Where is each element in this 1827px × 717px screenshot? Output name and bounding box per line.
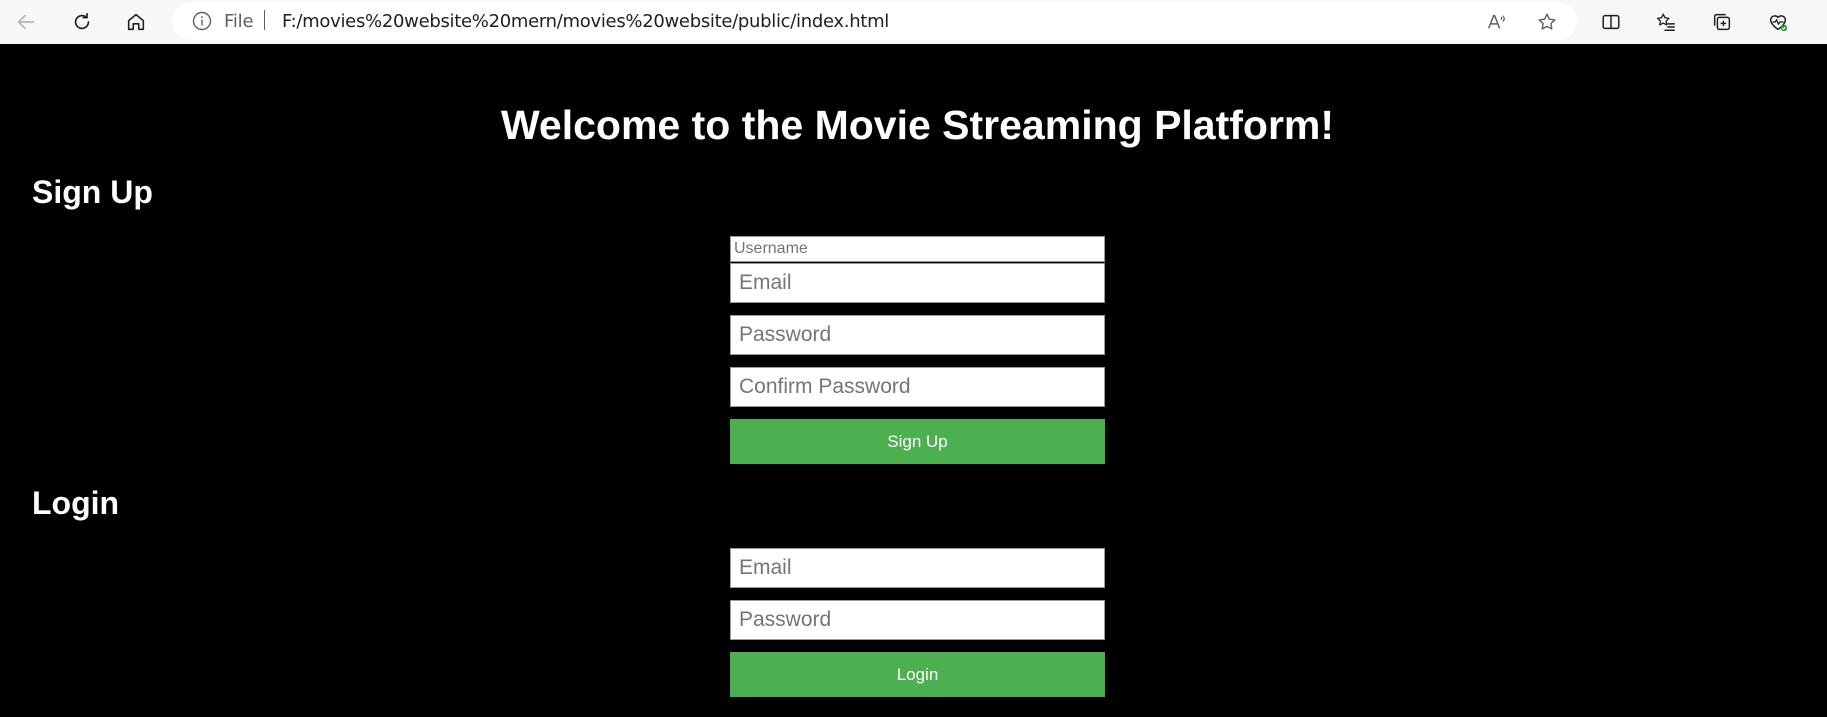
signup-button[interactable]: Sign Up: [730, 419, 1105, 464]
favorites-button[interactable]: [1648, 4, 1684, 40]
refresh-icon: [74, 12, 90, 30]
back-button[interactable]: [8, 4, 44, 40]
favorite-button[interactable]: [1535, 10, 1559, 34]
address-bar[interactable]: File F:/movies%20website%20mern/movies%2…: [172, 2, 1577, 40]
address-prefix: File: [224, 11, 254, 32]
address-separator: [264, 10, 265, 30]
address-url[interactable]: F:/movies%20website%20mern/movies%20webs…: [282, 11, 889, 32]
signup-heading: Sign Up: [32, 174, 153, 210]
page-viewport: Welcome to the Movie Streaming Platform!…: [0, 44, 1827, 717]
favorite-star-icon: [1538, 13, 1556, 30]
page-title: Welcome to the Movie Streaming Platform!: [500, 102, 1335, 148]
refresh-button[interactable]: [64, 4, 100, 40]
favorites-icon: [1656, 13, 1675, 31]
read-aloud-icon: [1487, 14, 1505, 29]
collections-button[interactable]: [1704, 4, 1740, 40]
back-icon: [17, 14, 35, 30]
home-icon: [127, 13, 145, 31]
split-screen-button[interactable]: [1593, 4, 1629, 40]
signup-username-input[interactable]: [730, 236, 1105, 262]
login-email-input[interactable]: [730, 548, 1105, 588]
signup-email-input[interactable]: [730, 263, 1105, 303]
split-screen-icon: [1602, 14, 1620, 30]
signup-password-input[interactable]: [730, 315, 1105, 355]
login-heading: Login: [32, 485, 120, 521]
signup-confirm-password-input[interactable]: [730, 367, 1105, 407]
browser-toolbar: File F:/movies%20website%20mern/movies%2…: [0, 0, 1827, 44]
login-button[interactable]: Login: [730, 652, 1105, 697]
info-icon[interactable]: [192, 11, 212, 31]
browser-essentials-icon: [1769, 15, 1788, 32]
home-button[interactable]: [118, 4, 154, 40]
collections-icon: [1713, 13, 1731, 31]
browser-essentials-button[interactable]: [1760, 4, 1796, 40]
read-aloud-button[interactable]: [1484, 10, 1508, 34]
login-password-input[interactable]: [730, 600, 1105, 640]
